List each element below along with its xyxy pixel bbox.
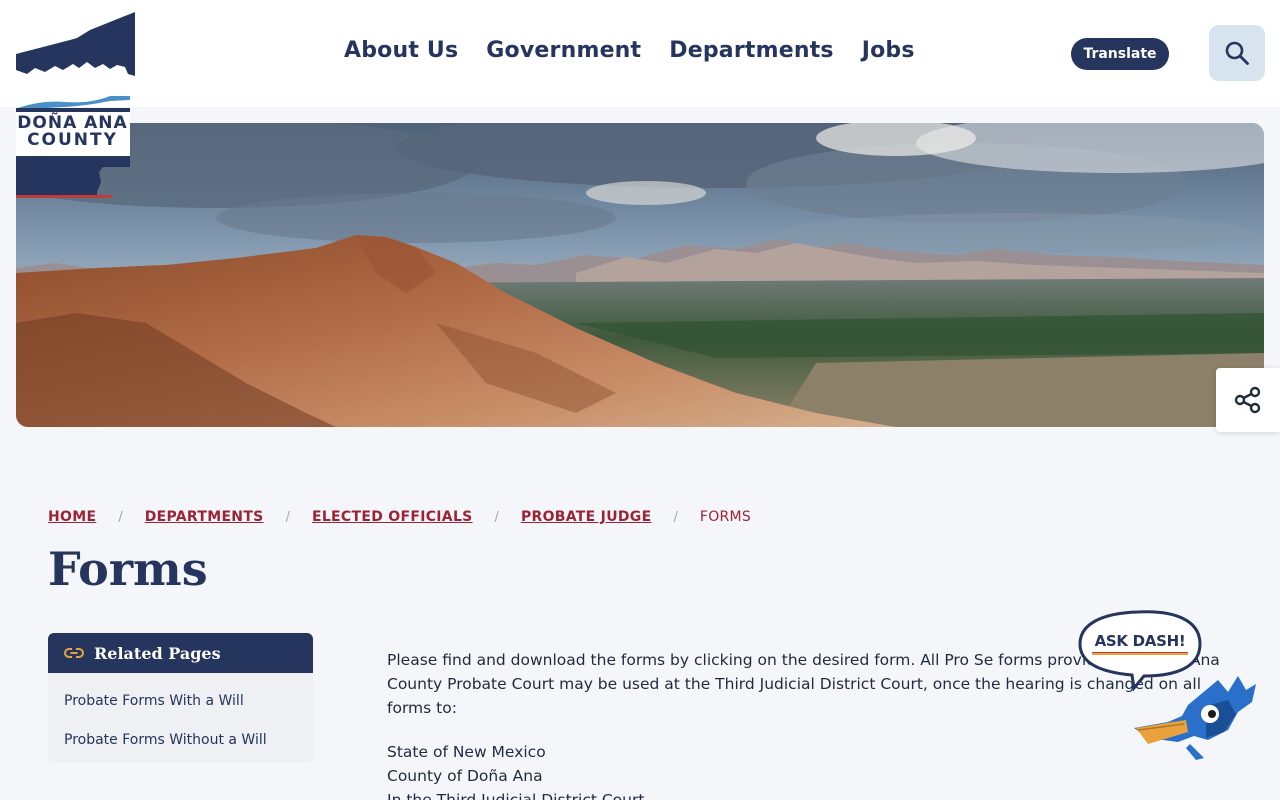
nav-departments[interactable]: Departments — [669, 38, 833, 63]
breadcrumb-elected-officials[interactable]: ELECTED OFFICIALS — [312, 509, 473, 525]
county-logo-graphic — [16, 12, 135, 198]
breadcrumb: HOME / DEPARTMENTS / ELECTED OFFICIALS /… — [48, 509, 751, 525]
related-pages-panel: Related Pages Probate Forms With a Will … — [48, 633, 313, 763]
nav-government[interactable]: Government — [486, 38, 641, 63]
logo-line-2: COUNTY — [27, 130, 118, 150]
nav-about-us[interactable]: About Us — [344, 38, 458, 63]
ask-dash-label: ASK DASH! — [1094, 632, 1186, 650]
main-nav: About Us Government Departments Jobs — [344, 38, 915, 63]
address-line: In the Third Judicial District Court — [387, 791, 645, 800]
share-button[interactable] — [1216, 368, 1280, 432]
related-link-without-will[interactable]: Probate Forms Without a Will — [48, 721, 313, 760]
breadcrumb-separator: / — [494, 509, 499, 525]
breadcrumb-home[interactable]: HOME — [48, 509, 96, 525]
logo-wordmark: DOÑA ANA COUNTY — [15, 115, 130, 149]
related-pages-title: Related Pages — [94, 643, 221, 663]
ask-dash-chatbot[interactable]: ASK DASH! — [1078, 610, 1263, 770]
breadcrumb-departments[interactable]: DEPARTMENTS — [145, 509, 264, 525]
breadcrumb-separator: / — [673, 509, 678, 525]
link-icon — [64, 648, 84, 658]
county-logo[interactable]: DOÑA ANA COUNTY — [15, 12, 137, 200]
breadcrumb-separator: / — [118, 509, 123, 525]
ask-dash-underline — [1092, 652, 1188, 655]
search-button[interactable] — [1209, 25, 1265, 81]
site-header: About Us Government Departments Jobs Tra… — [0, 0, 1280, 107]
breadcrumb-separator: / — [285, 509, 290, 525]
nav-jobs[interactable]: Jobs — [862, 38, 915, 63]
translate-button[interactable]: Translate — [1071, 38, 1169, 70]
breadcrumb-current: FORMS — [699, 509, 752, 525]
page-title: Forms — [48, 542, 208, 596]
hero-image — [16, 123, 1264, 427]
related-pages-header: Related Pages — [48, 633, 313, 673]
hero-landscape — [16, 123, 1264, 427]
search-icon — [1225, 41, 1249, 65]
share-icon — [1234, 386, 1261, 414]
related-link-with-will[interactable]: Probate Forms With a Will — [48, 682, 313, 721]
breadcrumb-probate-judge[interactable]: PROBATE JUDGE — [521, 509, 652, 525]
